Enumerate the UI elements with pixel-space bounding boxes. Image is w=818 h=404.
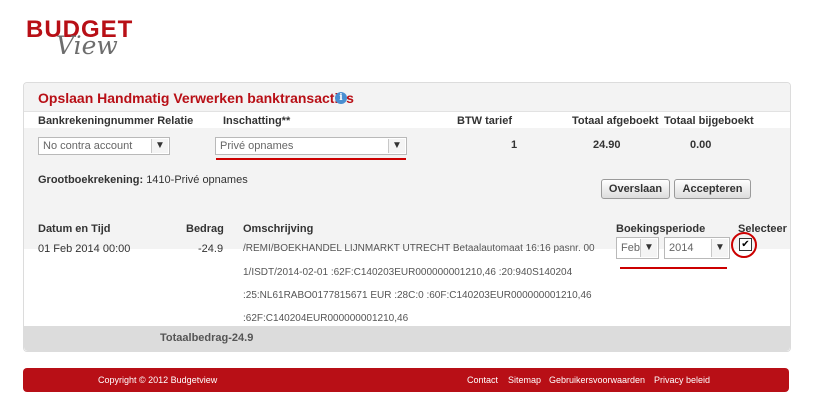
row-description-line: :25:NL61RABO0177815671 EUR :28C:0 :60F:C… [243, 290, 592, 301]
booked-on-value: 0.00 [690, 139, 712, 151]
ledger-value: 1410-Privé opnames [146, 174, 248, 186]
logo-view-text: View [56, 31, 118, 60]
total-bar: Totaalbedrag-24.9 [24, 326, 790, 351]
account-select[interactable]: No contra account ▼ [38, 137, 170, 155]
footer: Copyright © 2012 Budgetview Contact Site… [23, 368, 789, 392]
period-year-select[interactable]: 2014 ▼ [664, 237, 730, 259]
total-amount: Totaalbedrag-24.9 [160, 332, 254, 344]
header-amount: Bedrag [186, 223, 224, 235]
chevron-down-icon: ▼ [388, 139, 405, 153]
footer-link-contact[interactable]: Contact [467, 375, 498, 385]
header-description: Omschrijving [243, 223, 314, 235]
red-circle-annotation [731, 232, 757, 258]
header-estimate: Inschatting** [223, 115, 291, 127]
booked-off-value: 24.90 [593, 139, 621, 151]
header-account: Bankrekeningnummer Relatie [38, 115, 194, 127]
budgetview-logo[interactable]: BUDGET View [26, 18, 166, 62]
header-period: Boekingsperiode [616, 223, 706, 235]
footer-copyright: Copyright © 2012 Budgetview [98, 375, 218, 385]
row-date: 01 Feb 2014 00:00 [38, 243, 131, 255]
header-booked-off: Totaal afgeboekt [572, 115, 659, 127]
estimate-select[interactable]: Privé opnames ▼ [215, 137, 407, 155]
header-date: Datum en Tijd [38, 223, 111, 235]
row-description-line: /REMI/BOEKHANDEL LIJNMARKT UTRECHT Betaa… [243, 243, 595, 254]
ledger-info: Grootboekrekening: 1410-Privé opnames [38, 174, 248, 186]
footer-link-sitemap[interactable]: Sitemap [508, 375, 541, 385]
row-description-line: :62F:C140204EUR000000001210,46 [243, 313, 409, 324]
info-icon[interactable]: i [335, 92, 347, 104]
panel-header: Opslaan Handmatig Verwerken banktransact… [24, 83, 790, 112]
footer-link-terms[interactable]: Gebruikersvoorwaarden [549, 375, 645, 385]
row-amount: -24.9 [198, 243, 224, 255]
panel-title: Opslaan Handmatig Verwerken banktransact… [38, 90, 354, 106]
chevron-down-icon: ▼ [151, 139, 168, 153]
header-vat: BTW tarief [457, 115, 512, 127]
skip-button[interactable]: Overslaan [601, 179, 670, 199]
chevron-down-icon: ▼ [711, 239, 728, 257]
chevron-down-icon: ▼ [640, 239, 657, 257]
red-underline-annotation [216, 158, 406, 160]
accept-button[interactable]: Accepteren [674, 179, 751, 199]
period-month-value: Feb [621, 242, 640, 254]
vat-value: 1 [511, 139, 518, 151]
ledger-label: Grootboekrekening: [38, 174, 144, 186]
period-year-value: 2014 [669, 242, 694, 254]
estimate-select-value: Privé opnames [220, 140, 294, 152]
footer-link-privacy[interactable]: Privacy beleid [654, 375, 710, 385]
account-select-value: No contra account [43, 140, 133, 152]
red-underline-annotation [620, 267, 727, 269]
period-month-select[interactable]: Feb ▼ [616, 237, 659, 259]
header-booked-on: Totaal bijgeboekt [664, 115, 754, 127]
row-description-line: 1/ISDT/2014-02-01 :62F:C140203EUR0000000… [243, 267, 573, 278]
transaction-panel: Opslaan Handmatig Verwerken banktransact… [23, 82, 791, 352]
